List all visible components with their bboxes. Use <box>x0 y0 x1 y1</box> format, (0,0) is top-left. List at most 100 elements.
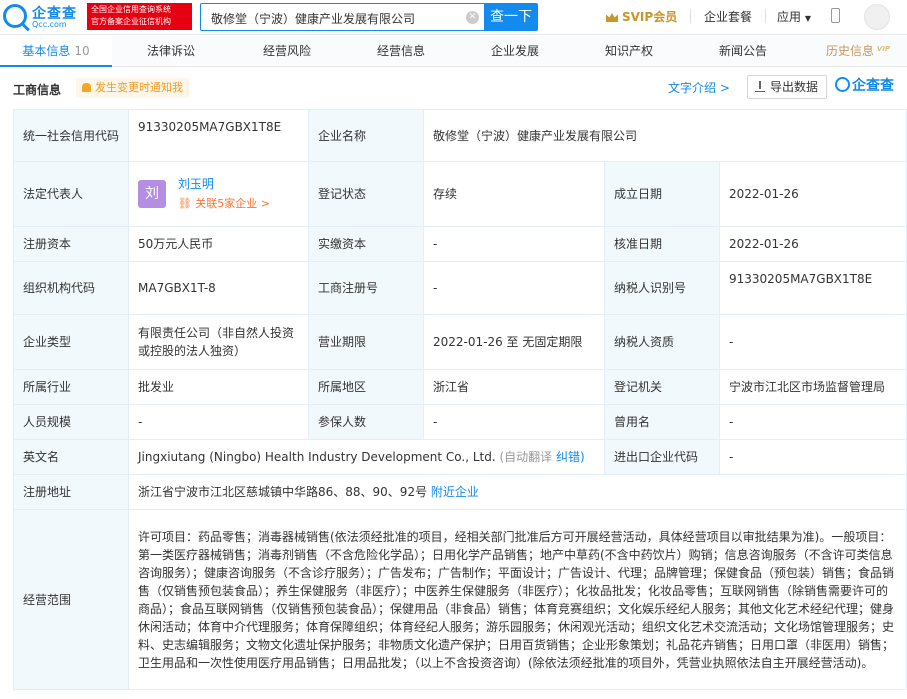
credit-code-value: 91330205MA7GBX1T8E <box>128 109 309 162</box>
org-code-label: 组织机构代码 <box>13 261 129 315</box>
tab-history[interactable]: 历史信息 VIP <box>800 36 900 66</box>
mobile-icon[interactable] <box>831 8 840 23</box>
text-intro-link[interactable]: 文字介绍 > <box>668 79 730 96</box>
paid-capital-label: 实缴资本 <box>308 226 424 262</box>
taxpayer-qual-label: 纳税人资质 <box>604 314 720 370</box>
clear-icon[interactable]: ✕ <box>466 11 479 24</box>
industry-value: 批发业 <box>128 369 309 405</box>
business-scope-value: 许可项目：药品零售；消毒器械销售(依法须经批准的项目，经相关部门批准后方可开展经… <box>127 509 907 690</box>
legal-rep-label: 法定代表人 <box>13 161 129 227</box>
tab-count: 10 <box>74 44 90 58</box>
qcc-brand-icon <box>835 77 850 92</box>
import-export-value: - <box>718 439 907 475</box>
address-label: 注册地址 <box>13 474 129 510</box>
qcc-logo[interactable]: 企查查 Qcc.com <box>3 3 83 31</box>
bell-icon <box>82 83 91 92</box>
legal-rep-info: 刘玉明 ⛓ 关联5家企业 > <box>178 174 270 214</box>
related-label: 关联5家企业 > <box>195 197 271 210</box>
insured-label: 参保人数 <box>308 404 424 440</box>
table-row: 人员规模 - 参保人数 - 曾用名 - <box>13 404 907 440</box>
enterprise-suite-link[interactable]: 企业套餐 <box>704 8 752 25</box>
apps-label: 应用 <box>777 10 802 24</box>
vip-tag: VIP <box>876 45 890 53</box>
address-value: 浙江省宁波市江北区慈城镇中华路86、88、90、92号 <box>138 485 428 499</box>
former-name-value: - <box>718 404 907 440</box>
export-button[interactable]: 导出数据 <box>747 75 827 99</box>
staff-value: - <box>128 404 309 440</box>
user-avatar[interactable] <box>864 4 890 30</box>
related-companies-link[interactable]: ⛓ 关联5家企业 > <box>178 194 270 214</box>
taxpayer-id-value: 91330205MA7GBX1T8E <box>718 261 907 315</box>
founded-label: 成立日期 <box>604 161 720 227</box>
qcc-brand: 企查查 <box>835 75 894 95</box>
correction-link[interactable]: 纠错) <box>556 450 585 464</box>
insured-value: - <box>423 404 605 440</box>
badge-line-2: 官方备案企业征信机构 <box>91 17 171 26</box>
apps-menu[interactable]: 应用 ▼ <box>777 8 811 25</box>
reg-status-label: 登记状态 <box>308 161 424 227</box>
section-header: 工商信息 发生变更时通知我 文字介绍 > 导出数据 企查查 <box>0 67 907 109</box>
import-export-label: 进出口企业代码 <box>604 439 720 475</box>
search-button[interactable]: 查一下 <box>484 3 538 31</box>
term-value: 2022-01-26 至 无固定期限 <box>423 314 605 370</box>
auto-translate-note: (自动翻译 <box>499 450 553 464</box>
table-row: 企业类型 有限责任公司（非自然人投资或控股的法人独资） 营业期限 2022-01… <box>13 314 907 370</box>
company-name-label: 企业名称 <box>308 109 424 162</box>
paid-capital-value: - <box>423 226 605 262</box>
taxpayer-qual-value: - <box>718 314 907 370</box>
tab-ip[interactable]: 知识产权 <box>572 36 686 66</box>
caret-down-icon: ▼ <box>804 14 811 23</box>
tab-risk[interactable]: 经营风险 <box>230 36 344 66</box>
region-value: 浙江省 <box>423 369 605 405</box>
table-row: 法定代表人 刘 刘玉明 ⛓ 关联5家企业 > 登记状态 存续 成立日期 2022… <box>13 161 907 227</box>
crown-icon <box>606 13 618 22</box>
logo-sub: Qcc.com <box>32 20 67 29</box>
org-code-value: MA7GBX1T-8 <box>128 261 309 315</box>
magnifier-logo-icon <box>3 4 27 28</box>
table-row: 经营范围 许可项目：药品零售；消毒器械销售(依法须经批准的项目，经相关部门批准后… <box>13 509 907 690</box>
approved-value: 2022-01-26 <box>718 226 907 262</box>
address-cell: 浙江省宁波市江北区慈城镇中华路86、88、90、92号 附近企业 <box>127 474 907 510</box>
reg-status-value: 存续 <box>423 161 605 227</box>
export-label: 导出数据 <box>770 80 819 94</box>
english-name-label: 英文名 <box>13 439 129 475</box>
reg-capital-label: 注册资本 <box>13 226 129 262</box>
former-name-label: 曾用名 <box>604 404 720 440</box>
related-icon: ⛓ <box>177 197 196 210</box>
credit-code-label: 统一社会信用代码 <box>13 109 129 162</box>
approved-label: 核准日期 <box>604 226 720 262</box>
industry-label: 所属行业 <box>13 369 129 405</box>
reg-no-value: - <box>423 261 605 315</box>
svip-link[interactable]: SVIP会员 <box>606 8 677 25</box>
reg-no-label: 工商注册号 <box>308 261 424 315</box>
scope-label: 经营范围 <box>13 509 129 690</box>
english-name-value: Jingxiutang (Ningbo) Health Industry Dev… <box>138 450 496 464</box>
tab-operation[interactable]: 经营信息 <box>344 36 458 66</box>
reg-capital-value: 50万元人民币 <box>128 226 309 262</box>
table-row: 英文名 Jingxiutang (Ningbo) Health Industry… <box>13 439 907 475</box>
notify-change-button[interactable]: 发生变更时通知我 <box>76 78 189 98</box>
tab-development[interactable]: 企业发展 <box>458 36 572 66</box>
tab-label: 基本信息 <box>22 44 71 58</box>
nearby-companies-link[interactable]: 附近企业 <box>431 485 479 499</box>
tab-basic-info[interactable]: 基本信息 10 <box>0 36 112 67</box>
table-row: 注册地址 浙江省宁波市江北区慈城镇中华路86、88、90、92号 附近企业 <box>13 474 907 510</box>
staff-label: 人员规模 <box>13 404 129 440</box>
tab-legal[interactable]: 法律诉讼 <box>112 36 230 66</box>
brand-label: 企查查 <box>852 78 894 94</box>
legal-rep-cell: 刘 刘玉明 ⛓ 关联5家企业 > <box>128 161 309 227</box>
founded-value: 2022-01-26 <box>718 161 907 227</box>
table-row: 注册资本 50万元人民币 实缴资本 - 核准日期 2022-01-26 <box>13 226 907 262</box>
divider <box>690 9 691 23</box>
badge-line-1: 全国企业信用查询系统 <box>91 5 171 14</box>
type-value: 有限责任公司（非自然人投资或控股的法人独资） <box>128 314 309 370</box>
legal-rep-name-link[interactable]: 刘玉明 <box>178 174 270 194</box>
english-name-cell: Jingxiutang (Ningbo) Health Industry Dev… <box>128 439 605 475</box>
authority-value: 宁波市江北区市场监督管理局 <box>718 369 907 405</box>
search-input[interactable]: 敬修堂（宁波）健康产业发展有限公司 ✕ <box>200 3 484 31</box>
section-title: 工商信息 <box>13 83 62 97</box>
table-row: 组织机构代码 MA7GBX1T-8 工商注册号 - 纳税人识别号 9133020… <box>13 261 907 315</box>
svip-label: SVIP会员 <box>622 10 678 24</box>
tab-news[interactable]: 新闻公告 <box>686 36 800 66</box>
divider <box>765 9 766 23</box>
